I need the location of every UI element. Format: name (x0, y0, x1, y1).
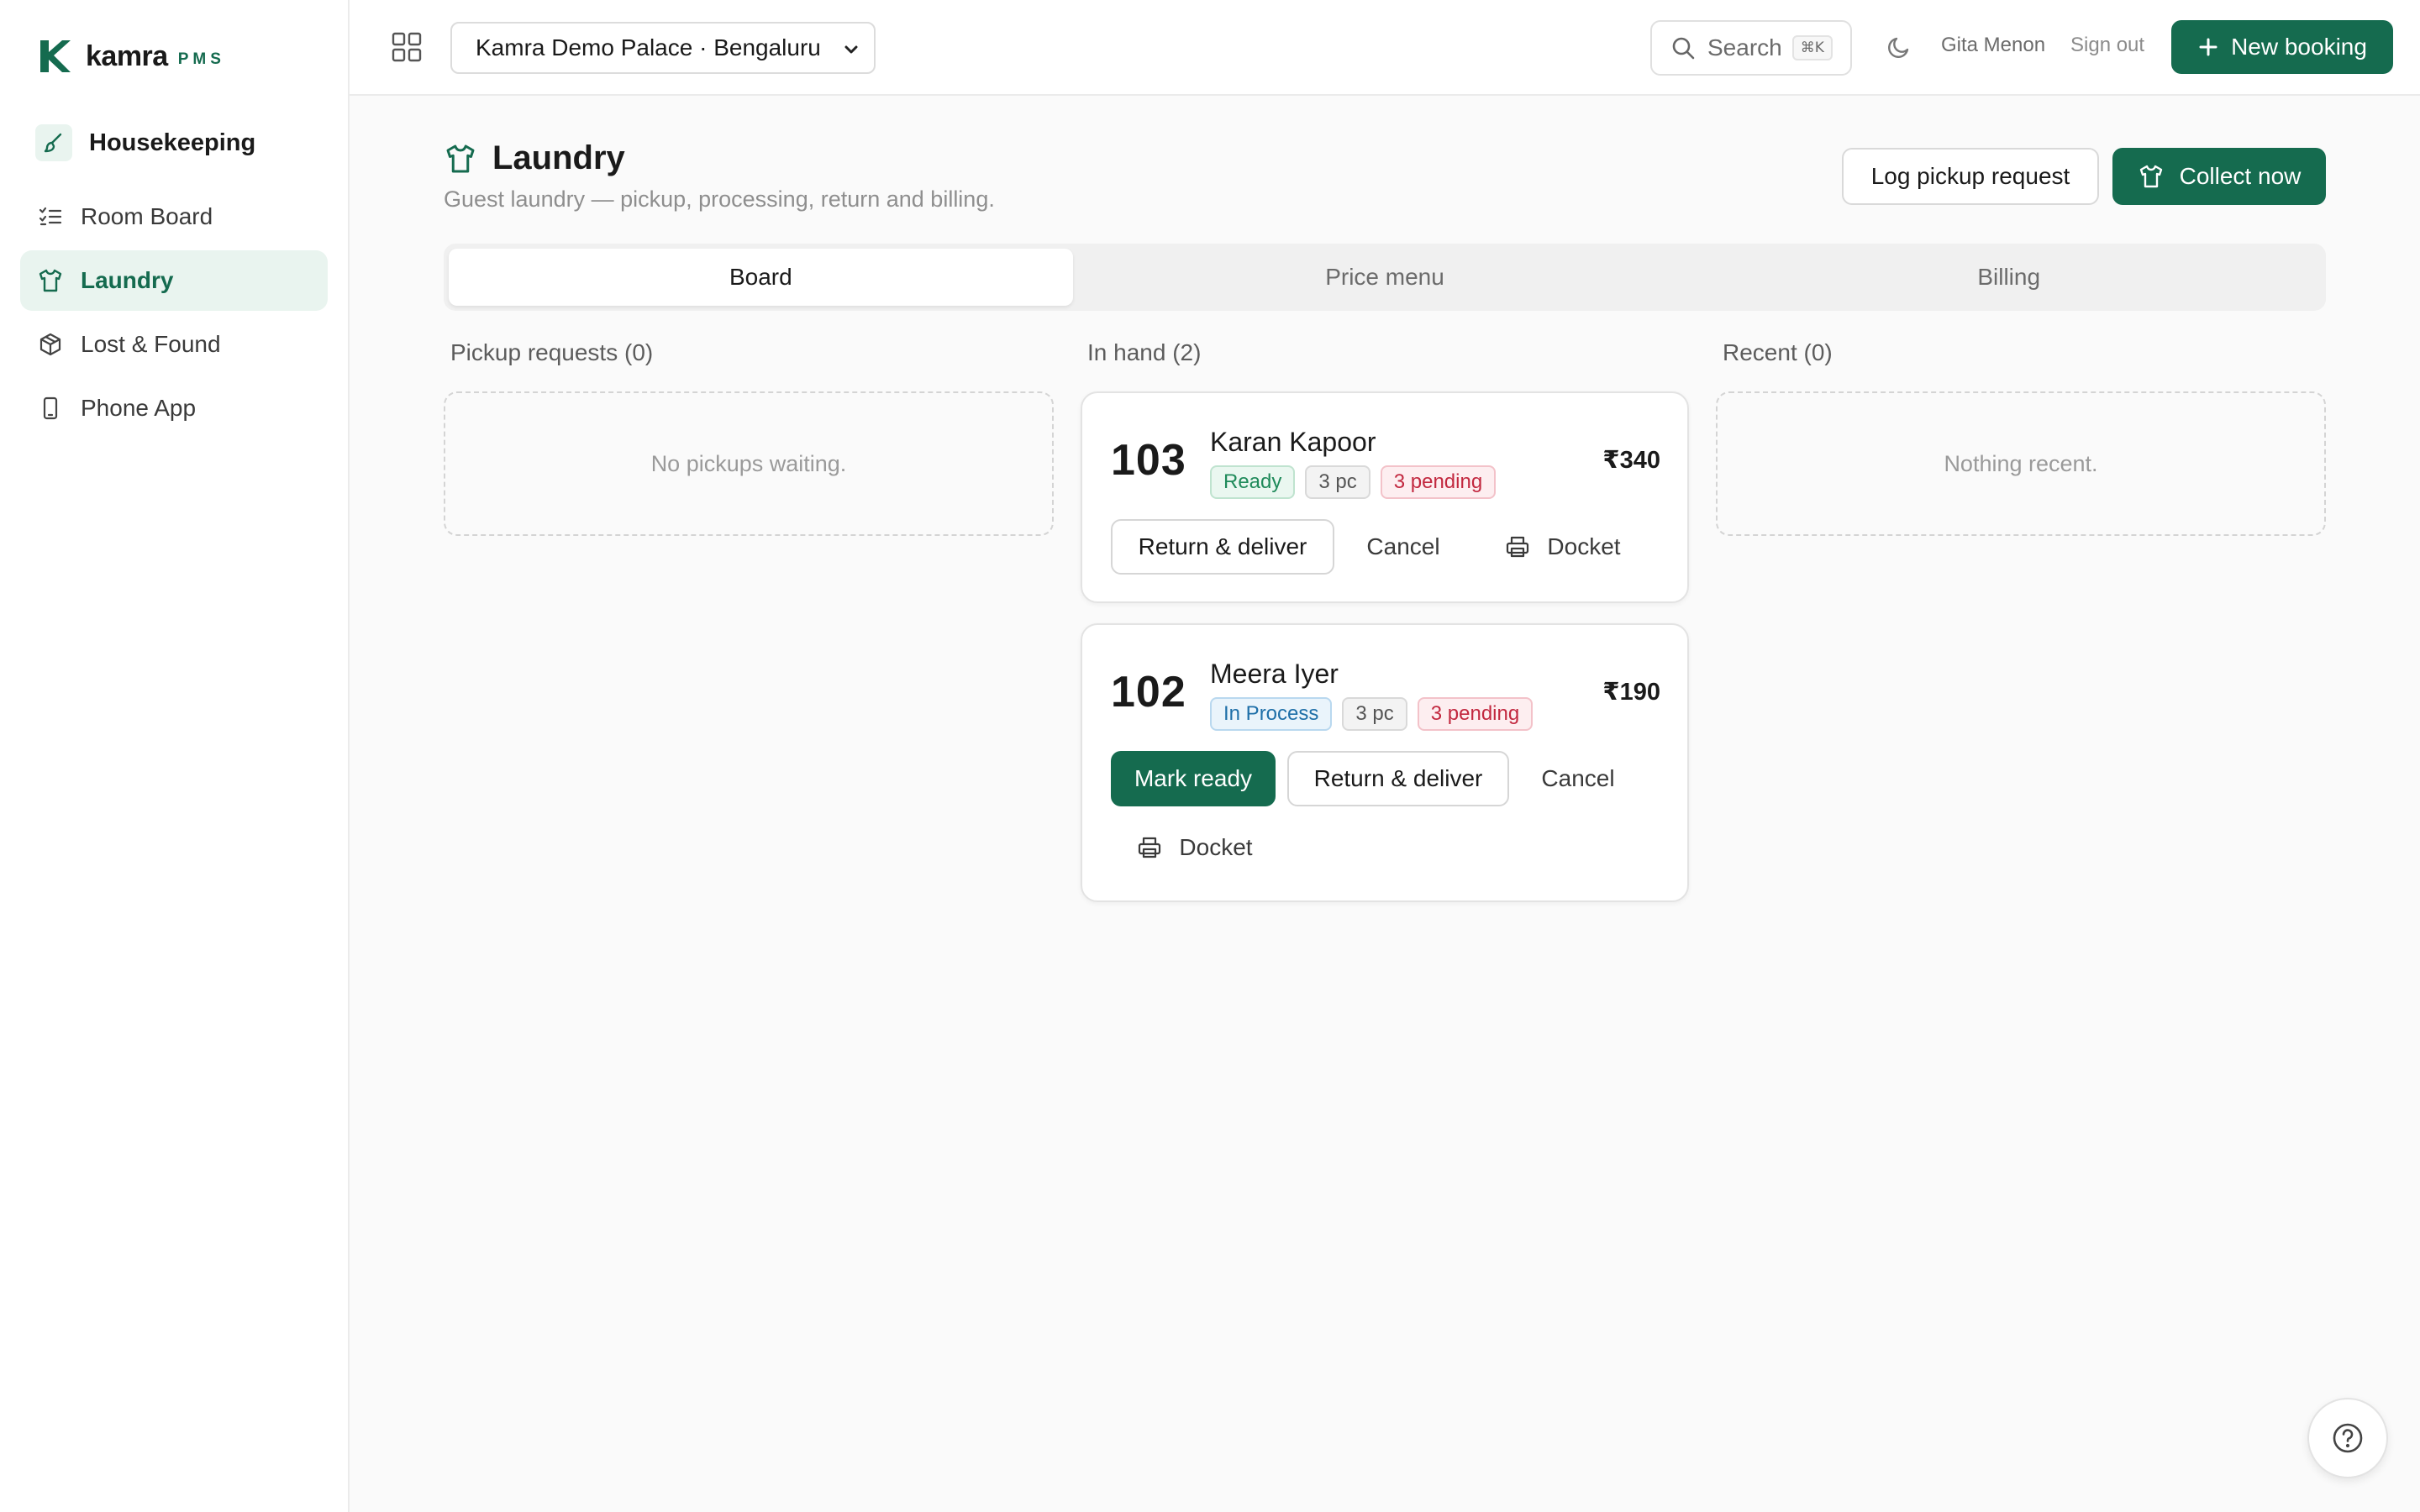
sidebar-item-label: Lost & Found (81, 331, 221, 357)
sidebar-item-label: Room Board (81, 203, 213, 229)
collect-now-label: Collect now (2179, 163, 2302, 189)
brand-sub: PMS (177, 50, 225, 68)
return-deliver-button[interactable]: Return & deliver (1287, 751, 1509, 806)
pending-badge: 3 pending (1380, 465, 1497, 499)
order-card: 103 Karan Kapoor ₹340 Ready 3 pc 3 pendi… (1081, 391, 1689, 603)
guest-name: Karan Kapoor (1210, 427, 1376, 457)
log-pickup-request-button[interactable]: Log pickup request (1842, 148, 2099, 205)
pickup-empty-state: No pickups waiting. (444, 391, 1054, 536)
docket-button[interactable]: Docket (1472, 519, 1654, 575)
recent-heading: Recent (0) (1723, 339, 1833, 365)
property-select-value: Kamra Demo Palace · Bengaluru (476, 34, 821, 60)
sidebar-item-lost-found[interactable]: Lost & Found (20, 314, 328, 375)
user-name: Gita Menon (1941, 34, 2046, 56)
package-icon (37, 331, 64, 358)
printer-icon (1137, 835, 1162, 860)
order-badges: Ready 3 pc 3 pending (1210, 465, 1506, 499)
docket-label: Docket (1179, 834, 1253, 860)
search-shortcut: ⌘K (1791, 35, 1833, 60)
pieces-badge: 3 pc (1342, 697, 1407, 731)
brand-name: kamra (86, 39, 168, 72)
return-deliver-button[interactable]: Return & deliver (1111, 519, 1334, 575)
plus-icon (2197, 36, 2219, 58)
checklist-icon (37, 203, 64, 230)
property-select[interactable]: Kamra Demo Palace · Bengaluru (450, 22, 876, 74)
shirt-icon (37, 267, 64, 294)
docket-label: Docket (1547, 533, 1621, 559)
pickup-requests-heading: Pickup requests (0) (450, 339, 654, 365)
kamra-logo-icon (35, 37, 74, 76)
phone-icon (37, 395, 64, 422)
brush-icon (35, 124, 72, 161)
printer-icon (1505, 534, 1530, 559)
help-icon (2331, 1421, 2365, 1455)
sidebar-nav: Room Board Laundry Lost & Found Phone Ap… (20, 186, 328, 442)
section-housekeeping: Housekeeping (35, 124, 255, 161)
collect-now-button[interactable]: Collect now (2112, 148, 2326, 205)
search-label: Search (1707, 34, 1782, 60)
brand-logo[interactable]: kamra PMS (35, 37, 225, 76)
order-amount: ₹340 (1602, 447, 1660, 474)
cancel-button[interactable]: Cancel (1519, 751, 1637, 806)
pieces-badge: 3 pc (1305, 465, 1370, 499)
pending-badge: 3 pending (1417, 697, 1534, 731)
page-subtitle: Guest laundry — pickup, processing, retu… (444, 186, 995, 212)
mark-ready-button[interactable]: Mark ready (1111, 751, 1276, 806)
room-number: 102 (1111, 668, 1186, 717)
help-button[interactable] (2307, 1398, 2388, 1478)
sidebar-item-phone-app[interactable]: Phone App (20, 378, 328, 438)
in-hand-heading: In hand (2) (1087, 339, 1202, 365)
docket-button[interactable]: Docket (1111, 820, 1279, 875)
view-tabs: Board Price menu Billing (444, 244, 2326, 311)
order-card: 102 Meera Iyer ₹190 In Process 3 pc 3 pe… (1081, 623, 1689, 902)
status-badge: In Process (1210, 697, 1333, 731)
sidebar-item-label: Phone App (81, 395, 197, 421)
apps-grid-icon[interactable] (390, 30, 424, 64)
status-badge: Ready (1210, 465, 1296, 499)
search-icon (1670, 35, 1696, 60)
sidebar-item-room-board[interactable]: Room Board (20, 186, 328, 247)
chevron-down-icon (842, 40, 860, 59)
page-title: Laundry (492, 139, 625, 176)
shirt-icon (2138, 163, 2165, 190)
new-booking-label: New booking (2231, 34, 2367, 60)
recent-empty-state: Nothing recent. (1716, 391, 2326, 536)
cancel-button[interactable]: Cancel (1344, 519, 1462, 575)
tab-board[interactable]: Board (449, 249, 1073, 306)
top-bar: Kamra Demo Palace · Bengaluru Search ⌘K … (350, 0, 2420, 96)
new-booking-button[interactable]: New booking (2171, 20, 2393, 74)
search-button[interactable]: Search ⌘K (1650, 20, 1852, 76)
sidebar-item-laundry[interactable]: Laundry (20, 250, 328, 311)
moon-icon[interactable] (1884, 32, 1914, 62)
order-badges: In Process 3 pc 3 pending (1210, 697, 1543, 731)
tab-billing[interactable]: Billing (1697, 249, 2321, 306)
tab-price-menu[interactable]: Price menu (1073, 249, 1697, 306)
page-title-row: Laundry (444, 139, 625, 177)
shirt-icon (444, 142, 477, 176)
room-number: 103 (1111, 436, 1186, 485)
sidebar: kamra PMS Housekeeping Room Board Laundr… (0, 0, 350, 1512)
sign-out-link[interactable]: Sign out (2070, 34, 2144, 57)
guest-name: Meera Iyer (1210, 659, 1339, 689)
section-title: Housekeeping (89, 129, 256, 156)
order-amount: ₹190 (1602, 679, 1660, 706)
sidebar-item-label: Laundry (81, 267, 174, 293)
